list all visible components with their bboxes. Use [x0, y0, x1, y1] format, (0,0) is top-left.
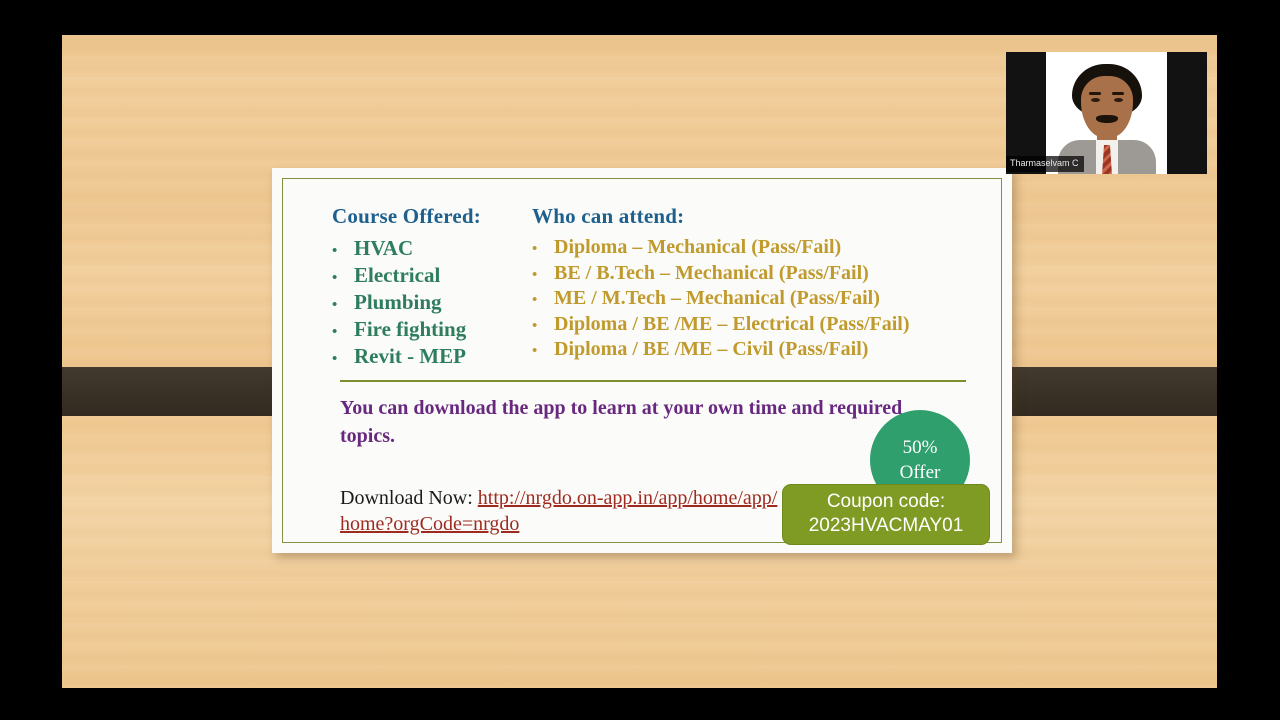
- list-item: • Diploma – Mechanical (Pass/Fail): [532, 235, 976, 261]
- list-item: • Fire fighting: [332, 316, 532, 343]
- list-item: • Diploma / BE /ME – Electrical (Pass/Fa…: [532, 312, 976, 338]
- list-item-label: Fire fighting: [354, 316, 467, 341]
- list-item: • Diploma / BE /ME – Civil (Pass/Fail): [532, 337, 976, 363]
- list-item-label: Diploma – Mechanical (Pass/Fail): [554, 236, 842, 258]
- download-section: You can download the app to learn at you…: [332, 382, 990, 545]
- list-item: • HVAC: [332, 235, 532, 262]
- list-item: • ME / M.Tech – Mechanical (Pass/Fail): [532, 286, 976, 312]
- list-item-label: BE / B.Tech – Mechanical (Pass/Fail): [554, 261, 869, 284]
- portrait-eye-right: [1114, 98, 1123, 102]
- course-offered-list: • HVAC • Electrical • Plumbing • Fire fi…: [332, 235, 532, 369]
- bullet-dot-icon: •: [332, 296, 338, 313]
- coupon-code-box: Coupon code: 2023HVACMAY01: [782, 484, 990, 545]
- decorative-ribbon-right: [977, 367, 1217, 416]
- list-item: • Electrical: [332, 262, 532, 289]
- list-item-label: Diploma / BE /ME – Electrical (Pass/Fail…: [554, 312, 910, 335]
- list-item: • Revit - MEP: [332, 343, 532, 370]
- bullet-dot-icon: •: [332, 323, 338, 340]
- who-can-attend-column: Who can attend: • Diploma – Mechanical (…: [532, 204, 976, 363]
- bullet-dot-icon: •: [532, 317, 538, 334]
- portrait-eyebrow-right: [1112, 92, 1124, 95]
- bullet-dot-icon: •: [532, 292, 538, 309]
- portrait-moustache: [1096, 115, 1118, 123]
- portrait-eyebrow-left: [1089, 92, 1101, 95]
- coupon-label: Coupon code:: [826, 491, 946, 513]
- who-can-attend-list: • Diploma – Mechanical (Pass/Fail) • BE …: [532, 235, 976, 363]
- who-can-attend-heading: Who can attend:: [532, 204, 685, 228]
- list-item-label: Diploma / BE /ME – Civil (Pass/Fail): [554, 338, 869, 361]
- list-item: • Plumbing: [332, 289, 532, 316]
- offer-label: Offer: [899, 462, 941, 484]
- decorative-ribbon-left: [62, 367, 302, 416]
- list-item-label: Electrical: [354, 262, 441, 287]
- participant-name-label: Tharmaselvam C: [1006, 156, 1084, 172]
- download-line: Download Now: http://nrgdo.on-app.in/app…: [340, 485, 780, 537]
- portrait-face: [1081, 76, 1133, 138]
- bullet-dot-icon: •: [532, 241, 538, 257]
- promo-text: You can download the app to learn at you…: [340, 397, 903, 447]
- coupon-code: 2023HVACMAY01: [808, 514, 964, 536]
- offer-percent: 50%: [902, 436, 938, 458]
- bullet-dot-icon: •: [332, 269, 338, 286]
- list-item: • BE / B.Tech – Mechanical (Pass/Fail): [532, 261, 976, 287]
- course-offered-column: Course Offered: • HVAC • Electrical • Pl…: [332, 204, 532, 369]
- bullet-dot-icon: •: [532, 266, 538, 283]
- two-column-lists: Course Offered: • HVAC • Electrical • Pl…: [332, 204, 976, 369]
- list-item-label: Plumbing: [354, 289, 442, 314]
- bullet-dot-icon: •: [332, 350, 338, 367]
- slide-content-card: Course Offered: • HVAC • Electrical • Pl…: [272, 168, 1012, 553]
- list-item-label: Revit - MEP: [354, 343, 466, 368]
- card-content: Course Offered: • HVAC • Electrical • Pl…: [282, 178, 1002, 545]
- webcam-overlay-tile[interactable]: Tharmaselvam C: [1006, 52, 1207, 174]
- course-offered-heading: Course Offered:: [332, 204, 481, 228]
- portrait-eye-left: [1091, 98, 1100, 102]
- download-label: Download Now:: [340, 486, 478, 509]
- list-item-label: ME / M.Tech – Mechanical (Pass/Fail): [554, 287, 880, 310]
- list-item-label: HVAC: [354, 236, 414, 260]
- bullet-dot-icon: •: [532, 343, 538, 360]
- video-viewport: Course Offered: • HVAC • Electrical • Pl…: [0, 0, 1280, 720]
- bullet-dot-icon: •: [332, 243, 338, 259]
